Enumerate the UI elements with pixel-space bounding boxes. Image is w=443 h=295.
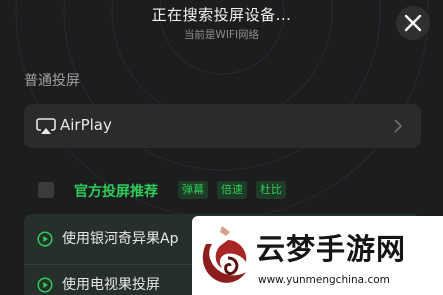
play-circle-icon: [37, 277, 53, 293]
airplay-label: AirPlay: [60, 116, 112, 134]
watermark-overlay: 云梦手游网 www.yunmengchina.com: [192, 216, 443, 295]
close-button[interactable]: [396, 6, 430, 40]
tag-speed: 倍速: [217, 181, 247, 199]
recommended-title: 官方投屏推荐: [74, 184, 158, 200]
play-circle-icon: [37, 231, 53, 247]
tag-danmaku: 弹幕: [178, 181, 208, 199]
page-title: 正在搜索投屏设备...: [151, 6, 292, 24]
chevron-right-icon: [394, 119, 403, 133]
watermark-url: www.yunmengchina.com: [258, 274, 390, 286]
section-label-normal: 普通投屏: [24, 73, 80, 89]
airplay-option[interactable]: AirPlay: [24, 104, 421, 148]
airplay-icon: [36, 118, 56, 134]
watermark-logo-icon: [202, 226, 247, 283]
network-status: 当前是WIFI网络: [183, 29, 260, 41]
device-label: 使用电视果投屏: [62, 277, 160, 293]
recommend-checkbox[interactable]: [38, 182, 54, 198]
close-icon: [404, 14, 422, 32]
tag-dolby: 杜比: [256, 181, 286, 199]
device-label: 使用银河奇异果Ap: [62, 231, 179, 247]
watermark-text: 云梦手游网: [256, 232, 407, 266]
